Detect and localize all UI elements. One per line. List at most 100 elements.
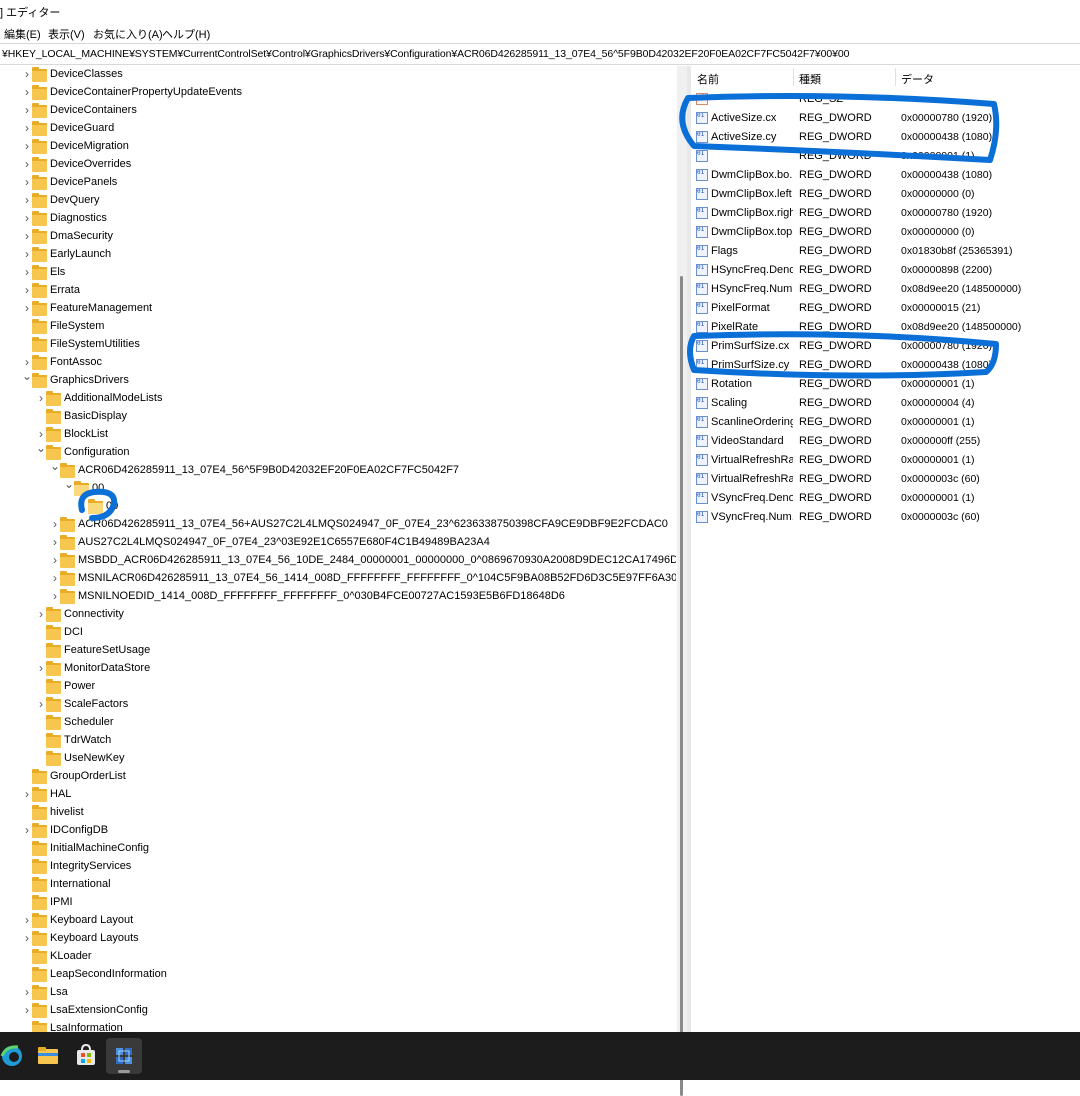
value-row[interactable]: 01 10VSyncFreq.Num... REG_DWORD 0x0000003c… (691, 508, 1080, 527)
microsoft-store-button[interactable] (68, 1038, 104, 1074)
tree-item[interactable]: International (0, 876, 676, 894)
expand-chevron-icon[interactable]: › (36, 427, 46, 441)
value-row[interactable]: 01 10PixelRate REG_DWORD 0x08d9ee20 (14850… (691, 318, 1080, 337)
address-bar[interactable]: ¥HKEY_LOCAL_MACHINE¥SYSTEM¥CurrentContro… (0, 43, 1080, 65)
tree-item[interactable]: KLoader (0, 948, 676, 966)
expand-chevron-icon[interactable]: › (22, 139, 32, 153)
value-row[interactable]: 01 10PrimSurfSize.cy REG_DWORD 0x00000438 … (691, 356, 1080, 375)
value-row[interactable]: 01 10HSyncFreq.Num... REG_DWORD 0x08d9ee20… (691, 280, 1080, 299)
tree-item[interactable]: › Diagnostics (0, 210, 676, 228)
tree-item[interactable]: › DeviceGuard (0, 120, 676, 138)
value-row[interactable]: 01 10VideoStandard REG_DWORD 0x000000ff (2… (691, 432, 1080, 451)
value-row[interactable]: 01 10Flags REG_DWORD 0x01830b8f (25365391) (691, 242, 1080, 261)
tree-item[interactable]: › BlockList (0, 426, 676, 444)
tree-item[interactable]: › DeviceClasses (0, 66, 676, 84)
tree-item[interactable]: GroupOrderList (0, 768, 676, 786)
tree-item[interactable]: › MSNILACR06D426285911_13_07E4_56_1414_00… (0, 570, 676, 588)
expand-chevron-icon[interactable]: › (22, 247, 32, 261)
tree-item[interactable]: › IDConfigDB (0, 822, 676, 840)
value-row[interactable]: 01 10ActiveSize.cx REG_DWORD 0x00000780 (1… (691, 109, 1080, 128)
value-row[interactable]: 01 10DwmClipBox.top REG_DWORD 0x00000000 (… (691, 223, 1080, 242)
edge-button[interactable] (0, 1038, 30, 1074)
tree-item[interactable]: › MSBDD_ACR06D426285911_13_07E4_56_10DE_2… (0, 552, 676, 570)
tree-item[interactable]: › HAL (0, 786, 676, 804)
expand-chevron-icon[interactable]: › (50, 553, 60, 567)
expand-chevron-icon[interactable]: › (22, 355, 32, 369)
collapse-chevron-icon[interactable]: ⌄ (50, 459, 60, 473)
expand-chevron-icon[interactable]: › (22, 67, 32, 81)
value-row[interactable]: 01 10 REG_DWORD 0x00000001 (1) (691, 147, 1080, 166)
tree-item[interactable]: › DmaSecurity (0, 228, 676, 246)
expand-chevron-icon[interactable]: › (50, 589, 60, 603)
tree-item[interactable]: FeatureSetUsage (0, 642, 676, 660)
expand-chevron-icon[interactable]: › (22, 175, 32, 189)
column-divider[interactable] (793, 68, 794, 86)
tree-item[interactable]: › Keyboard Layout (0, 912, 676, 930)
tree-item[interactable]: ⌄ 00 (0, 477, 676, 498)
tree-item[interactable]: Power (0, 678, 676, 696)
menu-favorites[interactable]: お気に入り(A) (93, 26, 163, 42)
expand-chevron-icon[interactable]: › (50, 517, 60, 531)
tree-item[interactable]: 00 (0, 498, 676, 516)
tree-item[interactable]: › MSNILNOEDID_1414_008D_FFFFFFFF_FFFFFFFF… (0, 588, 676, 606)
tree-item[interactable]: Scheduler (0, 714, 676, 732)
file-explorer-button[interactable] (30, 1038, 66, 1074)
expand-chevron-icon[interactable]: › (22, 913, 32, 927)
column-divider[interactable] (895, 68, 896, 86)
value-row[interactable]: 01 10HSyncFreq.Deno... REG_DWORD 0x0000089… (691, 261, 1080, 280)
tree-item[interactable]: › FeatureManagement (0, 300, 676, 318)
collapse-chevron-icon[interactable]: ⌄ (64, 477, 74, 491)
tree-item[interactable]: IPMI (0, 894, 676, 912)
tree-item[interactable]: › DevQuery (0, 192, 676, 210)
expand-chevron-icon[interactable]: › (22, 931, 32, 945)
expand-chevron-icon[interactable]: › (22, 823, 32, 837)
tree-item[interactable]: › Connectivity (0, 606, 676, 624)
expand-chevron-icon[interactable]: › (22, 265, 32, 279)
expand-chevron-icon[interactable]: › (50, 535, 60, 549)
tree-item[interactable]: › DeviceOverrides (0, 156, 676, 174)
expand-chevron-icon[interactable]: › (22, 211, 32, 225)
tree-item[interactable]: DCI (0, 624, 676, 642)
expand-chevron-icon[interactable]: › (22, 283, 32, 297)
expand-chevron-icon[interactable]: › (22, 1003, 32, 1017)
expand-chevron-icon[interactable]: › (22, 85, 32, 99)
tree-item[interactable]: TdrWatch (0, 732, 676, 750)
tree-item[interactable]: › MonitorDataStore (0, 660, 676, 678)
tree-item[interactable]: › Els (0, 264, 676, 282)
values-list-pane[interactable]: 名前 種類 データ abREG_SZ01 10ActiveSize.cxREG_… (691, 66, 1080, 1032)
expand-chevron-icon[interactable]: › (36, 697, 46, 711)
value-row[interactable]: ab REG_SZ (691, 90, 1080, 109)
tree-item[interactable]: › DeviceMigration (0, 138, 676, 156)
menu-help[interactable]: ヘルプ(H) (162, 26, 210, 42)
expand-chevron-icon[interactable]: › (22, 193, 32, 207)
expand-chevron-icon[interactable]: › (22, 229, 32, 243)
expand-chevron-icon[interactable]: › (22, 985, 32, 999)
tree-scrollbar[interactable] (677, 66, 687, 1096)
tree-scrollbar-thumb[interactable] (680, 276, 683, 1096)
menu-edit[interactable]: 編集(E) (4, 26, 41, 42)
tree-item[interactable]: IntegrityServices (0, 858, 676, 876)
value-row[interactable]: 01 10DwmClipBox.left REG_DWORD 0x00000000 … (691, 185, 1080, 204)
tree-item[interactable]: › EarlyLaunch (0, 246, 676, 264)
tree-item[interactable]: › DeviceContainerPropertyUpdateEvents (0, 84, 676, 102)
value-row[interactable]: 01 10ScanlineOrdering REG_DWORD 0x00000001… (691, 413, 1080, 432)
tree-item[interactable]: › ScaleFactors (0, 696, 676, 714)
expand-chevron-icon[interactable]: › (36, 607, 46, 621)
tree-item[interactable]: InitialMachineConfig (0, 840, 676, 858)
expand-chevron-icon[interactable]: › (36, 391, 46, 405)
value-row[interactable]: 01 10VirtualRefreshRa... REG_DWORD 0x00000… (691, 451, 1080, 470)
expand-chevron-icon[interactable]: › (50, 571, 60, 585)
collapse-chevron-icon[interactable]: ⌄ (22, 369, 32, 383)
expand-chevron-icon[interactable]: › (22, 121, 32, 135)
tree-item[interactable]: FileSystem (0, 318, 676, 336)
tree-item[interactable]: › DeviceContainers (0, 102, 676, 120)
value-row[interactable]: 01 10PixelFormat REG_DWORD 0x00000015 (21) (691, 299, 1080, 318)
tree-item[interactable]: › FontAssoc (0, 354, 676, 372)
tree-item[interactable]: UseNewKey (0, 750, 676, 768)
value-row[interactable]: 01 10Rotation REG_DWORD 0x00000001 (1) (691, 375, 1080, 394)
column-header-type[interactable]: 種類 (799, 71, 821, 87)
value-row[interactable]: 01 10Scaling REG_DWORD 0x00000004 (4) (691, 394, 1080, 413)
menu-view[interactable]: 表示(V) (48, 26, 85, 42)
expand-chevron-icon[interactable]: › (22, 103, 32, 117)
tree-item[interactable]: › AUS27C2L4LMQS024947_0F_07E4_23^03E92E1C… (0, 534, 676, 552)
